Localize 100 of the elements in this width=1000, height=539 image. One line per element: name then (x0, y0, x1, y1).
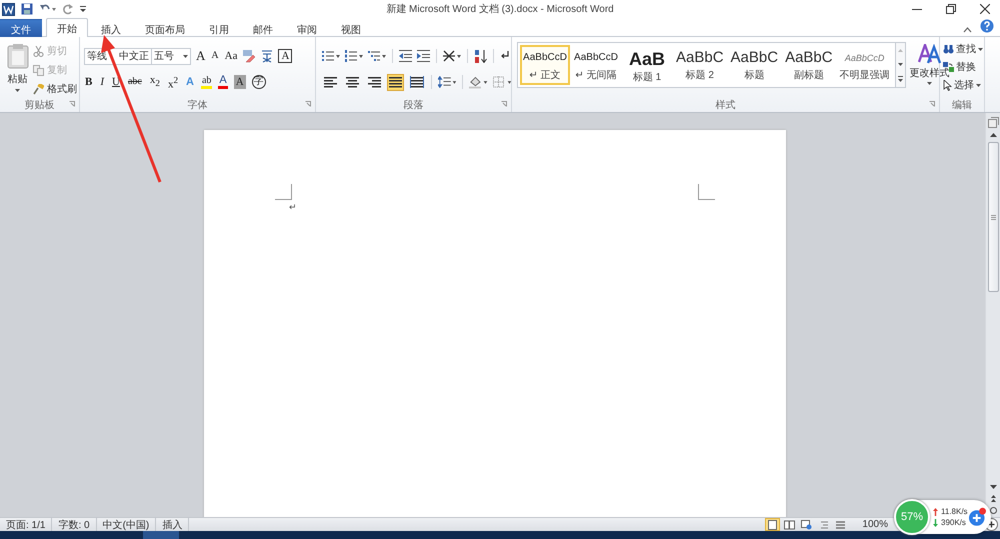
reading-view-button[interactable] (782, 518, 798, 531)
font-size-combobox[interactable]: 五号 (151, 48, 191, 64)
bold-button[interactable]: B (84, 75, 94, 89)
customize-caret-icon[interactable] (80, 5, 86, 13)
word-logo-icon[interactable] (2, 2, 15, 16)
enclose-button[interactable]: 字 (252, 75, 266, 89)
clipboard-button[interactable]: 格式刷 (33, 81, 77, 97)
highlight-button[interactable]: ab (200, 75, 212, 89)
group-label: 字体 (188, 98, 208, 112)
crop-mark (275, 184, 292, 200)
web-view-icon (801, 520, 812, 530)
style-item[interactable]: AaBbC 标题 (728, 45, 782, 85)
strike-button[interactable]: abc (126, 75, 143, 89)
ribbon-tab[interactable]: 页面布局 (134, 19, 196, 37)
chinese-layout-icon[interactable] (443, 50, 461, 62)
scrollbar-thumb[interactable] (988, 142, 998, 292)
help-icon[interactable] (980, 19, 994, 33)
eraser-icon[interactable] (242, 49, 256, 63)
close-icon[interactable] (980, 4, 990, 14)
restore-icon[interactable] (946, 4, 956, 14)
draft-view-icon (835, 520, 846, 530)
style-item[interactable]: AaBbC 副标题 (782, 45, 836, 85)
style-item[interactable]: AaBbCcD 不明显强调 (836, 45, 893, 85)
download-speed: 390K/s (941, 518, 966, 527)
caret-icon (15, 89, 20, 92)
crop-mark (698, 184, 715, 200)
ribbon-tab[interactable]: 邮件 (242, 19, 284, 37)
ribbon-tab[interactable]: 视图 (330, 19, 372, 37)
clipboard-icon (6, 43, 28, 69)
underline-button[interactable]: U (111, 75, 121, 89)
dialog-launcher-icon[interactable] (69, 101, 75, 107)
outline-view-icon (818, 520, 830, 530)
phonetic-guide-icon[interactable] (260, 49, 274, 63)
network-speed-widget[interactable]: 57% 11.8K/s 390K/s (895, 500, 991, 534)
dialog-launcher-icon[interactable] (929, 101, 935, 107)
web-view-button[interactable] (799, 518, 814, 531)
paintbrush-icon (33, 84, 44, 94)
scroll-down-icon[interactable] (988, 483, 998, 491)
scroll-up-icon[interactable] (988, 131, 998, 139)
bullets-icon[interactable] (322, 50, 340, 62)
group-label: 编辑 (952, 98, 972, 112)
caret-icon (927, 82, 932, 85)
upload-arrow-icon (933, 508, 938, 516)
dialog-launcher-icon[interactable] (501, 101, 507, 107)
borders-icon[interactable] (492, 76, 511, 88)
editing-button[interactable]: 查找 (943, 42, 984, 56)
ribbon-tab[interactable]: 引用 (198, 19, 240, 37)
styles-letters-icon (918, 44, 942, 64)
zoom-level[interactable]: 100% (862, 519, 888, 530)
ribbon-tab[interactable]: 审阅 (286, 19, 328, 37)
ribbon-tab[interactable]: 开始 (46, 18, 88, 37)
ruler-toggle-icon[interactable] (988, 117, 998, 128)
style-item[interactable]: AaBbCcD ↵ 无间隔 (571, 45, 621, 85)
group-label: 剪贴板 (24, 98, 54, 112)
grow-font-button[interactable]: A (195, 49, 206, 63)
dialog-launcher-icon[interactable] (305, 101, 311, 107)
sort-icon[interactable] (474, 50, 487, 62)
paste-label: 粘贴 (8, 72, 28, 86)
color-button[interactable]: A (218, 75, 228, 89)
scissors-icon (33, 46, 44, 56)
shading-icon[interactable] (469, 76, 488, 88)
italic-button[interactable]: I (99, 75, 106, 89)
sub-button[interactable]: x$_{2}$ (148, 73, 161, 91)
shade-button[interactable]: A (234, 75, 246, 89)
font-name-combobox[interactable]: 等线 中文正 (84, 48, 152, 64)
paragraph-mark: ↵ (289, 202, 297, 212)
style-item[interactable]: AaBbC 标题 2 (673, 45, 727, 85)
upload-speed: 11.8K/s (941, 507, 968, 516)
copy-icon (33, 64, 44, 76)
align-justify-button[interactable] (386, 74, 404, 90)
print-view-button[interactable] (765, 518, 780, 531)
ribbon-tab[interactable]: 文件 (0, 19, 42, 37)
multilevel-list-icon[interactable] (368, 50, 386, 62)
numbering-icon[interactable] (345, 50, 363, 62)
sup-button[interactable]: x$^{2}$ (166, 72, 180, 92)
binoculars-icon (943, 44, 954, 54)
increase-indent-icon[interactable] (417, 50, 430, 62)
align-distributed-button[interactable] (408, 74, 426, 90)
line-spacing-icon[interactable] (438, 76, 456, 88)
character-border-button[interactable]: A (278, 49, 292, 63)
shrink-font-button[interactable]: A (210, 49, 220, 63)
print-view-icon (767, 520, 778, 530)
redo-icon[interactable] (62, 3, 74, 15)
style-item[interactable]: AaBbCcD ↵ 正文 (520, 45, 570, 85)
paste-button[interactable]: 粘贴 (6, 41, 29, 98)
style-item[interactable]: AaB 标题 1 (622, 45, 672, 85)
caret-icon[interactable] (183, 54, 188, 58)
download-arrow-icon (933, 518, 938, 526)
editing-button[interactable]: 选择 (943, 78, 984, 92)
reading-view-icon (784, 520, 796, 530)
decrease-indent-icon[interactable] (399, 50, 412, 62)
plus-badge-icon[interactable] (968, 507, 987, 527)
pointer-icon (943, 80, 952, 90)
window-title: 新建 Microsoft Word 文档 (3).docx - Microsoft Word (386, 2, 614, 16)
save-icon[interactable] (21, 3, 33, 15)
collapse-ribbon-icon[interactable] (963, 26, 972, 33)
change-case-button[interactable]: Aa (224, 49, 238, 63)
browse-object-icon[interactable] (988, 506, 998, 515)
group-label: 样式 (716, 98, 736, 112)
ribbon-tab[interactable]: 插入 (90, 19, 132, 37)
